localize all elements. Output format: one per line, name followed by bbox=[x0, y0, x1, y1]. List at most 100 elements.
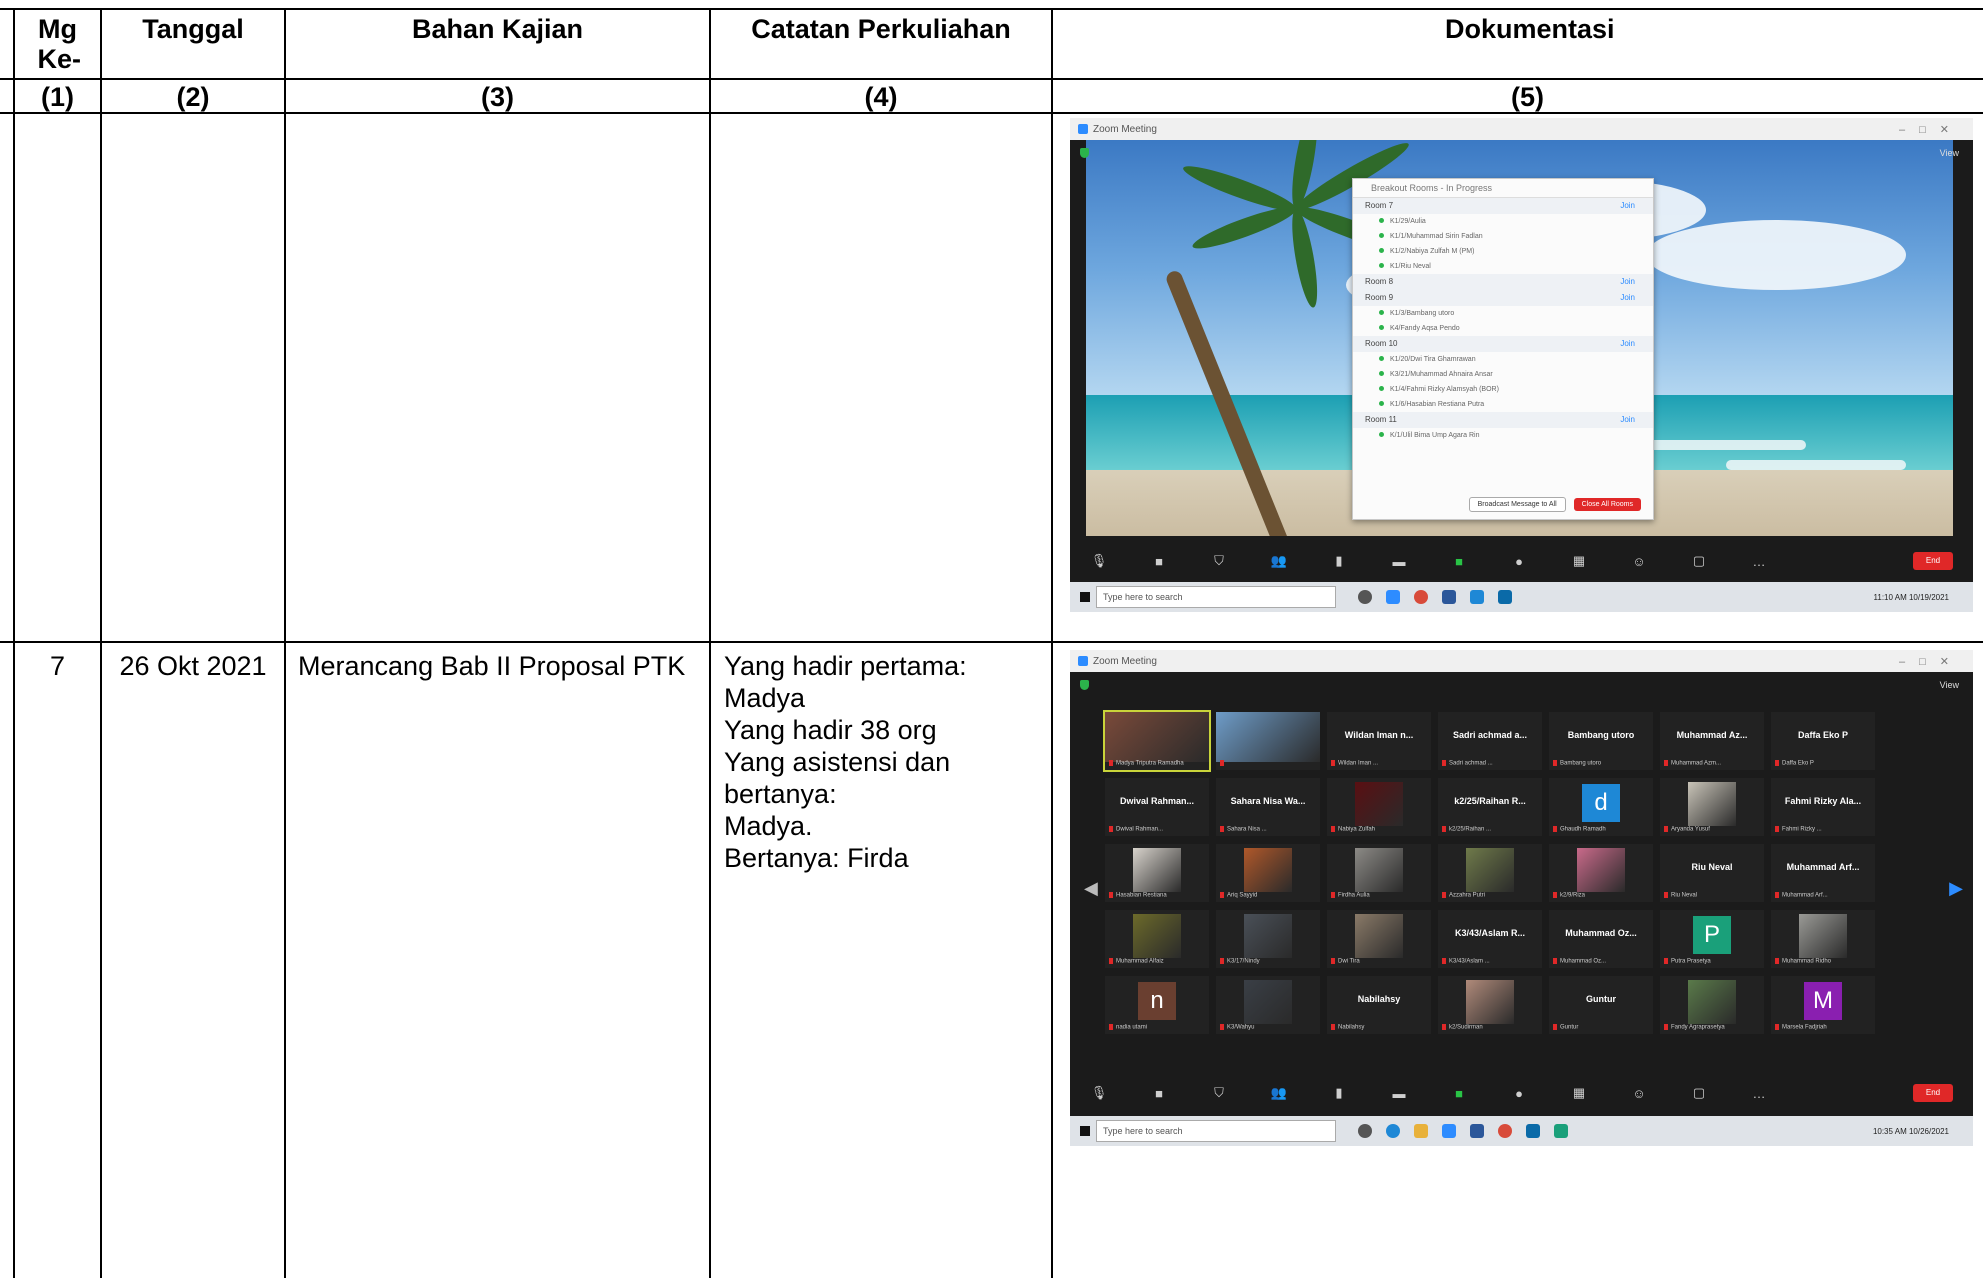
windows-start-icon[interactable] bbox=[1080, 592, 1090, 602]
close-all-rooms-button[interactable]: Close All Rooms bbox=[1573, 497, 1641, 511]
participant-tile[interactable]: Dwi Tira bbox=[1327, 910, 1431, 968]
participant-tile[interactable]: n nadia utami bbox=[1105, 976, 1209, 1034]
apps-icon[interactable]: ▢ bbox=[1690, 553, 1708, 569]
polls-icon[interactable]: ▮ bbox=[1330, 553, 1348, 569]
catatan-line: Yang hadir pertama: Madya bbox=[724, 651, 967, 713]
participant-tile[interactable]: Firdha Aulia bbox=[1327, 844, 1431, 902]
view-button[interactable]: View bbox=[1940, 148, 1959, 158]
taskview-icon[interactable] bbox=[1358, 1124, 1372, 1138]
participant-tile[interactable]: d Ghaudh Ramadh bbox=[1549, 778, 1653, 836]
participant-tile[interactable]: Sadri achmad a... Sadri achmad ... bbox=[1438, 712, 1542, 770]
chat-icon[interactable]: ▬ bbox=[1390, 554, 1408, 569]
participant-tile[interactable]: Dwival Rahman... Dwival Rahman... bbox=[1105, 778, 1209, 836]
taskbar-search[interactable]: Type here to search bbox=[1096, 586, 1336, 608]
apps-icon[interactable]: ▢ bbox=[1690, 1085, 1708, 1101]
participant-tile[interactable] bbox=[1216, 712, 1320, 770]
mute-icon[interactable]: 🎙 bbox=[1090, 553, 1108, 569]
participant-tile[interactable]: Fahmi Rizky Ala... Fahmi Rizky ... bbox=[1771, 778, 1875, 836]
join-link[interactable]: Join bbox=[1620, 274, 1635, 290]
taskview-icon[interactable] bbox=[1358, 590, 1372, 604]
participant-label: Dwi Tira bbox=[1331, 958, 1360, 965]
participant-tile[interactable]: Daffa Eko P Daffa Eko P bbox=[1771, 712, 1875, 770]
participant-label: Muhammad Oz... bbox=[1553, 958, 1606, 965]
word-icon[interactable] bbox=[1470, 1124, 1484, 1138]
participant-tile[interactable]: Fandy Agraprasetya bbox=[1660, 976, 1764, 1034]
participant-label: Madya Triputra Ramadha bbox=[1109, 760, 1184, 767]
meeting-controls: 🎙 ■ ⛉ 👥 ▮ ▬ ■ ● ▦ ☺ ▢ … End bbox=[1070, 536, 1973, 586]
participant-tile[interactable]: k2/Sudirman bbox=[1438, 976, 1542, 1034]
participant-tile[interactable]: Nabiya Zulfah bbox=[1327, 778, 1431, 836]
participant-tile[interactable]: Riu Neval Riu Neval bbox=[1660, 844, 1764, 902]
taskbar-apps bbox=[1358, 590, 1512, 604]
chrome-icon[interactable] bbox=[1498, 1124, 1512, 1138]
participant-tile[interactable]: k2/9/Riza bbox=[1549, 844, 1653, 902]
participant-tile[interactable]: Muhammad Arf... Muhammad Arf... bbox=[1771, 844, 1875, 902]
participant-tile[interactable]: Guntur Guntur bbox=[1549, 976, 1653, 1034]
reactions-icon[interactable]: ☺ bbox=[1630, 1086, 1648, 1101]
join-link[interactable]: Join bbox=[1620, 290, 1635, 306]
word-icon[interactable] bbox=[1442, 590, 1456, 604]
participant-label: K3/Wahyu bbox=[1220, 1024, 1254, 1031]
participant-tile[interactable]: Muhammad Oz... Muhammad Oz... bbox=[1549, 910, 1653, 968]
windows-start-icon[interactable] bbox=[1080, 1126, 1090, 1136]
join-link[interactable]: Join bbox=[1620, 412, 1635, 428]
store-icon[interactable] bbox=[1526, 1124, 1540, 1138]
participant-tile[interactable]: Madya Triputra Ramadha bbox=[1103, 710, 1211, 772]
participant-label: Fandy Agraprasetya bbox=[1664, 1024, 1725, 1031]
polls-icon[interactable]: ▮ bbox=[1330, 1085, 1348, 1101]
reactions-icon[interactable]: ☺ bbox=[1630, 554, 1648, 569]
participant-tile[interactable]: Azzahra Putri bbox=[1438, 844, 1542, 902]
edge-icon[interactable] bbox=[1386, 1124, 1400, 1138]
participant-tile[interactable]: K3/17/Nindy bbox=[1216, 910, 1320, 968]
participant-tile[interactable]: K3/43/Aslam R... K3/43/Aslam ... bbox=[1438, 910, 1542, 968]
participant-tile[interactable]: Ariq Sayyid bbox=[1216, 844, 1320, 902]
more-icon[interactable]: … bbox=[1750, 554, 1768, 569]
view-button[interactable]: View bbox=[1940, 680, 1959, 690]
participant-tile[interactable]: Muhammad Ridho bbox=[1771, 910, 1875, 968]
video-icon[interactable]: ■ bbox=[1150, 554, 1168, 569]
join-link[interactable]: Join bbox=[1620, 336, 1635, 352]
participant-tile[interactable]: Muhammad Alfaiz bbox=[1105, 910, 1209, 968]
chat-icon[interactable]: ▬ bbox=[1390, 1086, 1408, 1101]
participant-tile[interactable]: M Marsela Fadjriah bbox=[1771, 976, 1875, 1034]
record-icon[interactable]: ● bbox=[1510, 554, 1528, 569]
room-name: Room 9 bbox=[1365, 293, 1394, 302]
participant-tile[interactable]: Sahara Nisa Wa... Sahara Nisa ... bbox=[1216, 778, 1320, 836]
end-button[interactable]: End bbox=[1913, 552, 1953, 570]
participant-tile[interactable]: P Putra Prasetya bbox=[1660, 910, 1764, 968]
more-icon[interactable]: … bbox=[1750, 1086, 1768, 1101]
participant-tile[interactable]: K3/Wahyu bbox=[1216, 976, 1320, 1034]
breakout-rooms-icon[interactable]: ▦ bbox=[1570, 553, 1588, 569]
share-screen-icon[interactable]: ■ bbox=[1450, 1086, 1468, 1101]
participant-tile[interactable]: Wildan Iman n... Wildan Iman ... bbox=[1327, 712, 1431, 770]
participant-label: Riu Neval bbox=[1664, 892, 1697, 899]
chrome-icon[interactable] bbox=[1414, 590, 1428, 604]
participants-icon[interactable]: 👥 bbox=[1270, 1085, 1288, 1101]
next-page-arrow-icon[interactable]: ▶ bbox=[1949, 878, 1963, 899]
broadcast-button[interactable]: Broadcast Message to All bbox=[1468, 496, 1566, 512]
prev-page-arrow-icon[interactable]: ◀ bbox=[1084, 878, 1098, 899]
explorer-icon[interactable] bbox=[1470, 590, 1484, 604]
participant-tile[interactable]: Bambang utoro Bambang utoro bbox=[1549, 712, 1653, 770]
participant-tile[interactable]: Hasabian Restiana bbox=[1105, 844, 1209, 902]
video-icon[interactable]: ■ bbox=[1150, 1086, 1168, 1101]
zoom-app-icon[interactable] bbox=[1386, 590, 1400, 604]
participant-tile[interactable]: k2/25/Raihan R... k2/25/Raihan ... bbox=[1438, 778, 1542, 836]
taskbar-search[interactable]: Type here to search bbox=[1096, 1120, 1336, 1142]
record-icon[interactable]: ● bbox=[1510, 1086, 1528, 1101]
participants-icon[interactable]: 👥 bbox=[1270, 553, 1288, 569]
end-button[interactable]: End bbox=[1913, 1084, 1953, 1102]
folder-icon[interactable] bbox=[1414, 1124, 1428, 1138]
participant-tile[interactable]: Nabilahsy Nabilahsy bbox=[1327, 976, 1431, 1034]
photos-icon[interactable] bbox=[1554, 1124, 1568, 1138]
join-link[interactable]: Join bbox=[1620, 198, 1635, 214]
participant-tile[interactable]: Aryanda Yusuf bbox=[1660, 778, 1764, 836]
mute-icon[interactable]: 🎙 bbox=[1090, 1085, 1108, 1101]
participant-tile[interactable]: Muhammad Az... Muhammad Azm... bbox=[1660, 712, 1764, 770]
security-icon[interactable]: ⛉ bbox=[1210, 553, 1228, 569]
breakout-rooms-icon[interactable]: ▦ bbox=[1570, 1085, 1588, 1101]
security-icon[interactable]: ⛉ bbox=[1210, 1085, 1228, 1101]
photos-icon[interactable] bbox=[1498, 590, 1512, 604]
zoom-app-icon[interactable] bbox=[1442, 1124, 1456, 1138]
share-screen-icon[interactable]: ■ bbox=[1450, 554, 1468, 569]
